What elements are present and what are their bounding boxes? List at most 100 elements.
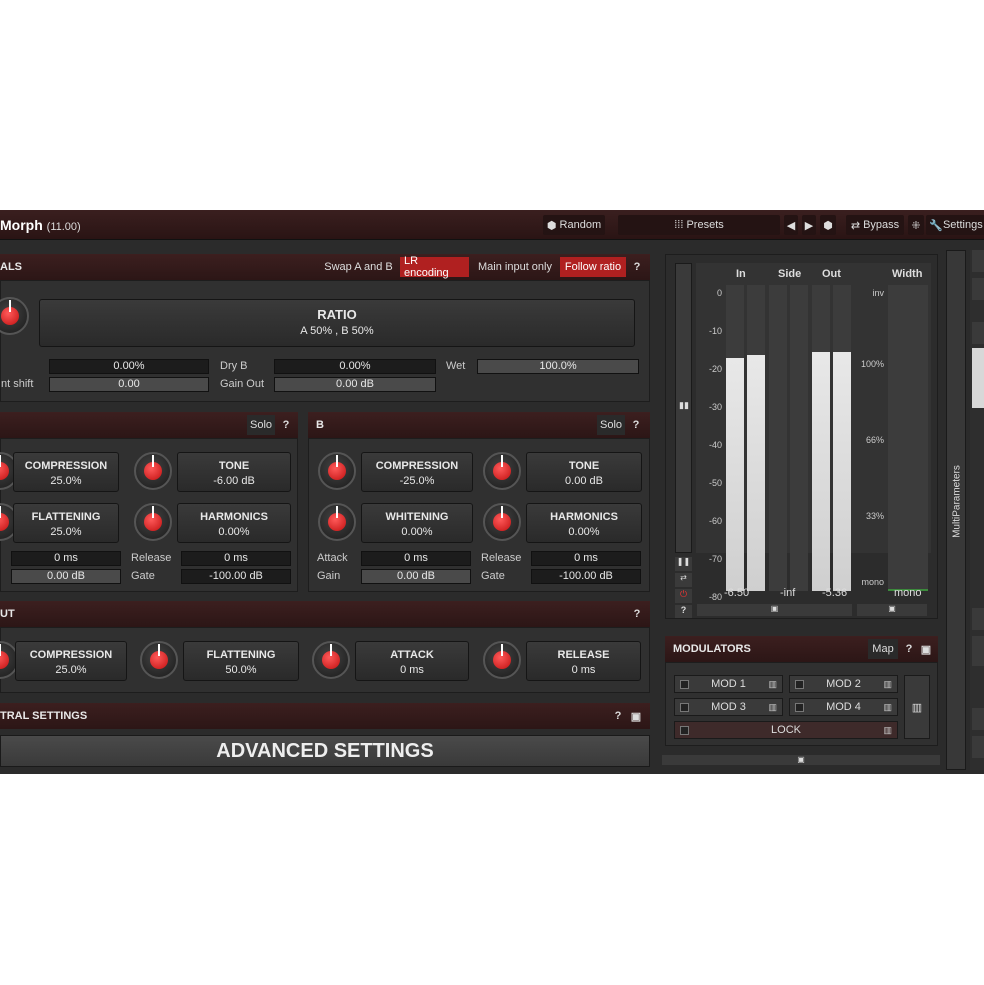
output-panel: COMPRESSION 25.0% FLATTENING 50.0% ATTACK 0…	[0, 627, 650, 693]
width-expand-icon[interactable]: ▣	[857, 604, 927, 616]
next-preset-button[interactable]: ▶	[802, 215, 816, 235]
b-compression-control[interactable]: COMPRESSION -25.0%	[361, 452, 473, 492]
knob-b4[interactable]	[483, 503, 521, 541]
help-a-button[interactable]: ?	[278, 415, 294, 435]
modulators-title: MODULATORS	[673, 643, 751, 655]
main-input-only-button[interactable]: Main input only	[472, 257, 558, 277]
settings-button[interactable]: 🔧 Settings	[926, 215, 984, 235]
knob-o3[interactable]	[312, 641, 350, 679]
a-flattening-control[interactable]: FLATTENING 25.0%	[13, 503, 119, 543]
db-tick-label: -40	[708, 440, 722, 450]
param-field-1[interactable]: 0.00%	[49, 359, 209, 374]
b-release-field[interactable]: 0 ms	[531, 551, 641, 566]
trash-icon: ▥	[768, 702, 777, 712]
knob-b3[interactable]	[318, 503, 356, 541]
a-harmonics-control[interactable]: HARMONICS 0.00%	[177, 503, 291, 543]
bottom-expand-icon[interactable]: ▣	[662, 755, 940, 765]
knob-b1[interactable]	[318, 452, 356, 490]
meter-scroll[interactable]: ▮▮	[675, 263, 692, 553]
width-tick-label: mono	[861, 577, 884, 587]
help-output-button[interactable]: ?	[629, 604, 645, 624]
knob-a4[interactable]	[134, 503, 172, 541]
mod1-button[interactable]: MOD 1 ▥	[674, 675, 783, 693]
power-icon[interactable]: ⏻	[675, 589, 692, 603]
a-gain-field[interactable]: 0.00 dB	[11, 569, 121, 584]
b-gate-field[interactable]: -100.00 dB	[531, 569, 641, 584]
follow-ratio-button[interactable]: Follow ratio	[560, 257, 626, 277]
out-flattening-control[interactable]: FLATTENING 50.0%	[183, 641, 299, 681]
solo-a-button[interactable]: Solo	[247, 415, 275, 435]
mod4-button[interactable]: MOD 4 ▥	[789, 698, 898, 716]
width-tick-label: inv	[872, 288, 884, 298]
mod3-button[interactable]: MOD 3 ▥	[674, 698, 783, 716]
pause-icon[interactable]: ❚❚	[675, 557, 692, 571]
shift-field[interactable]: 0.00	[49, 377, 209, 392]
ratio-knob[interactable]	[0, 297, 29, 335]
solo-b-button[interactable]: Solo	[597, 415, 625, 435]
knob-o4[interactable]	[483, 641, 521, 679]
b-release-label: Release	[481, 552, 522, 564]
b-gain-field[interactable]: 0.00 dB	[361, 569, 471, 584]
advanced-settings-button[interactable]: ADVANCED SETTINGS	[0, 735, 650, 767]
help-spectral-button[interactable]: ?	[610, 706, 626, 726]
multiparameters-strip[interactable]: MultiParameters	[946, 250, 966, 770]
shift-label: nt shift	[1, 378, 34, 390]
a-gate-field[interactable]: -100.00 dB	[181, 569, 291, 584]
out-attack-control[interactable]: ATTACK 0 ms	[355, 641, 469, 681]
help-b-button[interactable]: ?	[628, 415, 644, 435]
plugin-window: Morph (11.00) ⬢ Random ⁞⁞⁞ Presets ◀ ▶ ⬢…	[0, 210, 984, 774]
ratio-control[interactable]: RATIO A 50% , B 50%	[39, 299, 635, 347]
db-tick-label: -70	[708, 554, 722, 564]
out-left-meter	[812, 285, 830, 591]
b-attack-field[interactable]: 0 ms	[361, 551, 471, 566]
width-meter	[888, 285, 928, 591]
ratio-value: A 50% , B 50%	[300, 325, 374, 337]
wet-field[interactable]: 100.0%	[477, 359, 639, 374]
db-tick-label: -80	[708, 592, 722, 602]
mode-icon[interactable]: ⇄	[675, 573, 692, 587]
a-attack-field[interactable]: 0 ms	[11, 551, 121, 566]
output-title: UT	[0, 608, 15, 620]
help-button[interactable]: ?	[629, 257, 645, 277]
wet-label: Wet	[446, 360, 466, 372]
side-label: Side	[778, 268, 802, 280]
gain-out-field[interactable]: 0.00 dB	[274, 377, 436, 392]
knob-a2[interactable]	[134, 452, 172, 490]
width-tick-label: 66%	[865, 435, 884, 445]
in-right-meter	[747, 285, 765, 591]
a-release-field[interactable]: 0 ms	[181, 551, 291, 566]
width-value: mono	[894, 587, 922, 599]
knob-o2[interactable]	[140, 641, 178, 679]
bypass-icon: ⇄	[850, 219, 864, 232]
out-release-control[interactable]: RELEASE 0 ms	[526, 641, 641, 681]
a-compression-control[interactable]: COMPRESSION 25.0%	[13, 452, 119, 492]
prev-preset-button[interactable]: ◀	[784, 215, 798, 235]
b-harmonics-control[interactable]: HARMONICS 0.00%	[526, 503, 642, 543]
map-button[interactable]: Map	[868, 639, 898, 659]
add-modulator-button[interactable]: ▥	[904, 675, 930, 739]
preset-options-icon[interactable]: ⬢	[820, 215, 836, 235]
signals-panel: RATIO A 50% , B 50% 0.00% Dry B 0.00% We…	[0, 280, 650, 402]
meter-help-button[interactable]: ?	[675, 605, 692, 618]
modulators-collapse-icon[interactable]: ▣	[918, 639, 934, 659]
modulators-help-button[interactable]: ?	[901, 639, 917, 659]
spectral-header[interactable]: TRAL SETTINGS ? ▣	[0, 703, 650, 729]
layout-icon[interactable]: ⁜	[908, 215, 924, 235]
bypass-button[interactable]: ⇄ Bypass	[846, 215, 904, 235]
dry-b-field[interactable]: 0.00%	[274, 359, 436, 374]
mod2-button[interactable]: MOD 2 ▥	[789, 675, 898, 693]
width-tick-label: 33%	[865, 511, 884, 521]
out-compression-control[interactable]: COMPRESSION 25.0%	[15, 641, 127, 681]
knob-b2[interactable]	[483, 452, 521, 490]
swap-button[interactable]: Swap A and B	[320, 257, 397, 277]
lr-encoding-button[interactable]: LR encoding	[400, 255, 469, 279]
b-tone-control[interactable]: TONE 0.00 dB	[526, 452, 642, 492]
random-button[interactable]: ⬢ Random	[543, 215, 605, 235]
a-tone-control[interactable]: TONE -6.00 dB	[177, 452, 291, 492]
meter-expand-icon[interactable]: ▣	[697, 604, 852, 616]
b-whitening-control[interactable]: WHITENING 0.00%	[361, 503, 473, 543]
lock-button[interactable]: LOCK ▥	[674, 721, 898, 739]
dice-icon: ⬢	[546, 219, 560, 232]
presets-button[interactable]: ⁞⁞⁞ Presets	[618, 215, 780, 235]
collapse-icon[interactable]: ▣	[628, 706, 644, 726]
